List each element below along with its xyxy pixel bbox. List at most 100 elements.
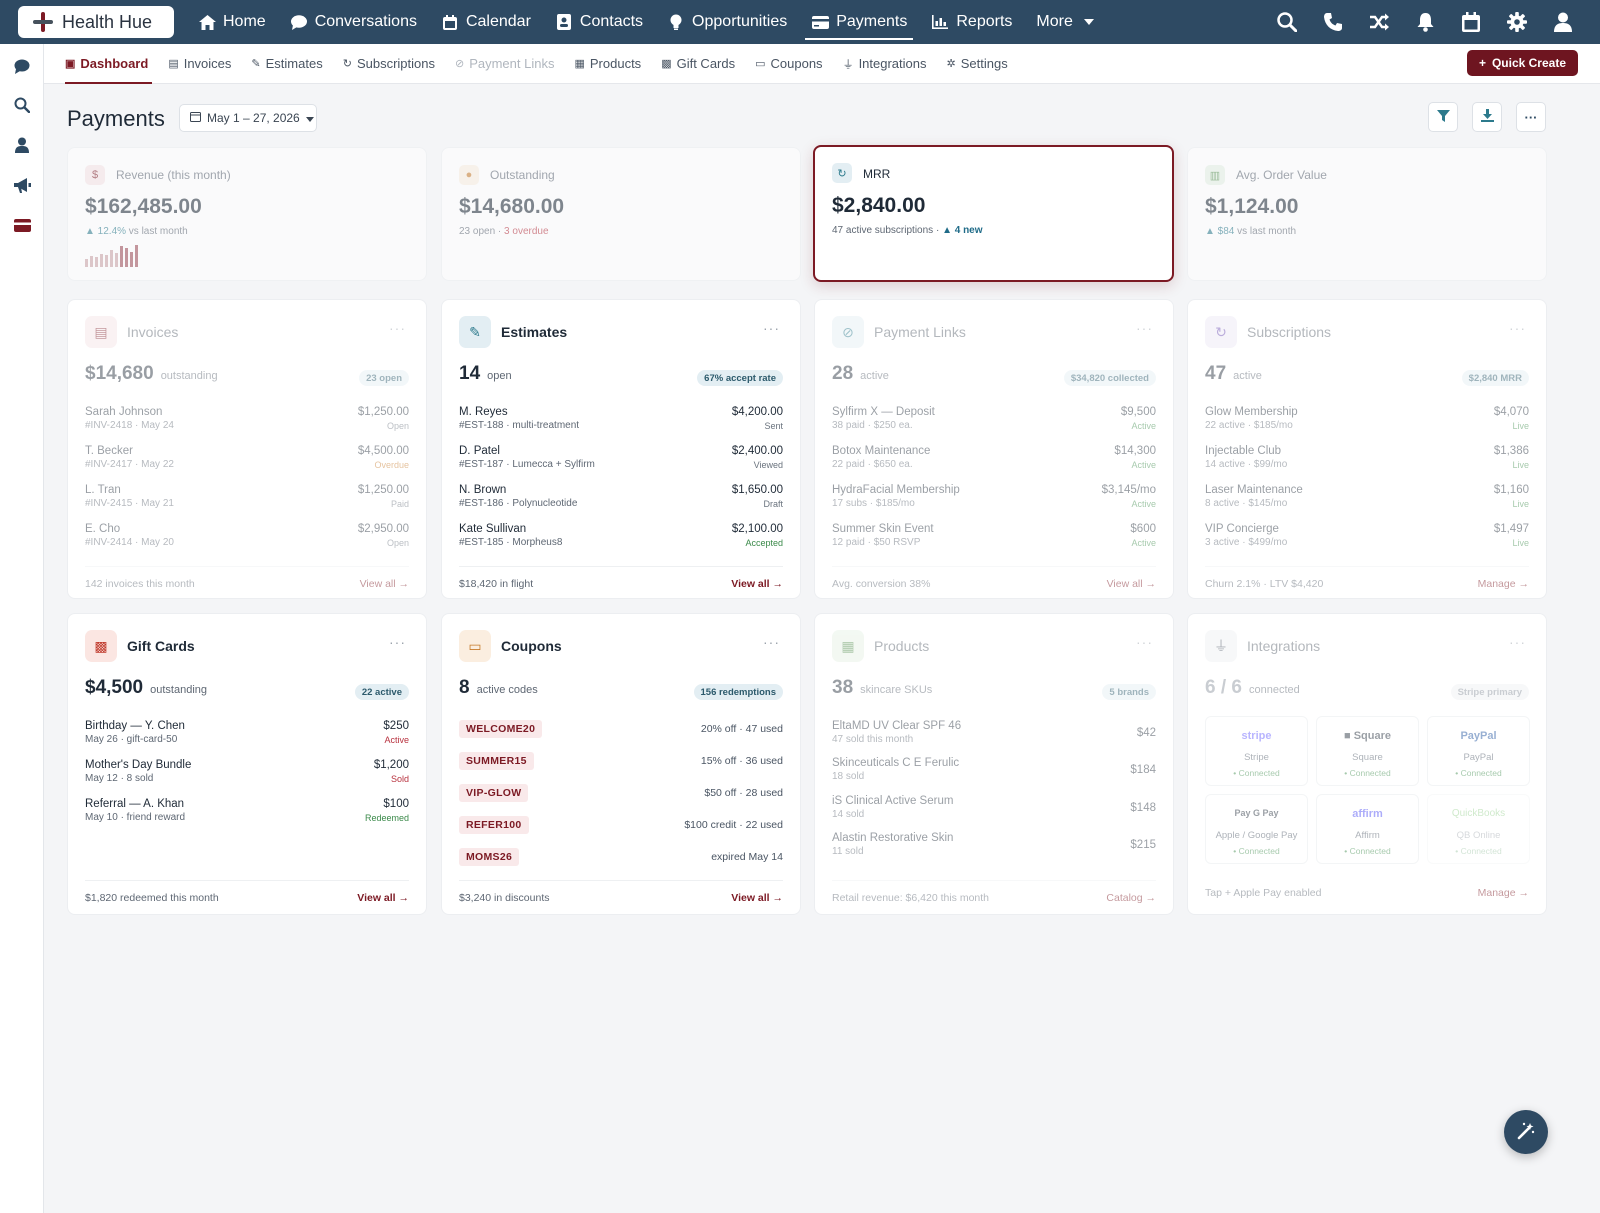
integration-tile-square[interactable]: ■ Square Square • Connected — [1316, 716, 1419, 786]
card-menu-icon[interactable]: ··· — [389, 634, 406, 650]
view-all-link[interactable]: View all → — [357, 892, 409, 904]
nav-reports[interactable]: Reports — [919, 0, 1024, 44]
user-icon[interactable] — [1540, 0, 1586, 44]
filter-button[interactable] — [1428, 102, 1458, 132]
card-menu-icon[interactable]: ··· — [1136, 634, 1153, 650]
manage-link[interactable]: Manage → — [1478, 578, 1529, 590]
receipt-icon: ▥ — [1205, 165, 1225, 185]
payment-link-row[interactable]: Botox Maintenance 22 paid · $650 ea. $14,3… — [832, 445, 1156, 477]
payment-link-row[interactable]: Sylfirm X — Deposit 38 paid · $250 ea. $9,… — [832, 406, 1156, 438]
credit-card-rail-icon[interactable] — [12, 215, 32, 235]
bell-icon[interactable] — [1402, 0, 1448, 44]
invoice-row[interactable]: Sarah Johnson #INV-2418 · May 24 $1,250.00… — [85, 406, 409, 438]
brand-logo[interactable]: Health Hue — [18, 6, 174, 38]
view-all-link[interactable]: View all → — [731, 892, 783, 904]
calendar-action-icon[interactable] — [1448, 0, 1494, 44]
kpi-aov[interactable]: ▥ Avg. Order Value $1,124.00 ▲ $84 vs la… — [1187, 147, 1547, 281]
nav-payments[interactable]: Payments — [799, 0, 919, 44]
gift-card-row[interactable]: Mother's Day Bundle May 12 · 8 sold $1,200… — [85, 759, 409, 791]
nav-conversations[interactable]: Conversations — [278, 0, 429, 44]
date-range-picker[interactable]: May 1 – 27, 2026 — [179, 104, 317, 132]
coupon-row[interactable]: VIP-GLOW $50 off · 28 used — [459, 784, 783, 806]
view-all-link[interactable]: View all → — [1107, 578, 1156, 590]
card-menu-icon[interactable]: ··· — [763, 320, 780, 336]
row-meta: 3 active · $499/mo — [1205, 537, 1288, 548]
refresh-icon: ↻ — [832, 163, 852, 183]
tab-integrations[interactable]: ⏚ Integrations — [833, 44, 937, 84]
kpi-revenue[interactable]: $ Revenue (this month) $162,485.00 ▲ 12.… — [67, 147, 427, 281]
nav-contacts[interactable]: Contacts — [543, 0, 655, 44]
download-button[interactable] — [1472, 102, 1502, 132]
payment-link-row[interactable]: HydraFacial Membership 17 subs · $185/mo $… — [832, 484, 1156, 516]
summary-value: $4,500 — [85, 677, 144, 698]
nav-opportunities-label: Opportunities — [692, 13, 788, 30]
catalog-link[interactable]: Catalog → — [1106, 892, 1156, 904]
tab-dashboard[interactable]: ▣ Dashboard — [55, 44, 158, 84]
tab-settings[interactable]: ✲ Settings — [937, 44, 1018, 84]
tab-invoices[interactable]: ▤ Invoices — [158, 44, 241, 84]
card-menu-icon[interactable]: ··· — [1136, 320, 1153, 336]
tab-subscriptions[interactable]: ↻ Subscriptions — [333, 44, 445, 84]
quick-create-button[interactable]: + Quick Create — [1466, 50, 1578, 76]
search-icon[interactable] — [1264, 0, 1310, 44]
quickbooks-logo: QuickBooks — [1451, 808, 1506, 819]
view-all-link[interactable]: View all → — [360, 578, 409, 590]
payment-link-row[interactable]: Summer Skin Event 12 paid · $50 RSVP $600 A… — [832, 523, 1156, 555]
chat-rail-icon[interactable] — [12, 56, 32, 76]
estimate-row[interactable]: Kate Sullivan #EST-185 · Morpheus8 $2,100.… — [459, 523, 783, 555]
phone-icon[interactable] — [1310, 0, 1356, 44]
product-row[interactable]: Skinceuticals C E Ferulic 18 sold $184 — [832, 757, 1156, 789]
coupon-row[interactable]: SUMMER15 15% off · 36 used — [459, 752, 783, 774]
estimate-row[interactable]: D. Patel #EST-187 · Lumecca + Sylfirm $2,4… — [459, 445, 783, 477]
user-rail-icon[interactable] — [12, 135, 32, 155]
tab-coupons[interactable]: ▭ Coupons — [745, 44, 832, 84]
card-menu-icon[interactable]: ··· — [389, 320, 406, 336]
estimate-row[interactable]: M. Reyes #EST-188 · multi-treatment $4,200… — [459, 406, 783, 438]
tab-products[interactable]: ▦ Products — [564, 44, 651, 84]
coupon-row[interactable]: MOMS26 expired May 14 — [459, 848, 783, 870]
tab-payment-links[interactable]: ⊘ Payment Links — [445, 44, 564, 84]
gift-card-row[interactable]: Referral — A. Khan May 10 · friend reward… — [85, 798, 409, 830]
card-menu-icon[interactable]: ··· — [1509, 634, 1526, 650]
gear-icon[interactable] — [1494, 0, 1540, 44]
invoice-row[interactable]: T. Becker #INV-2417 · May 22 $4,500.00 Over… — [85, 445, 409, 477]
main-nav: Home Conversations Calendar Contacts Opp… — [186, 0, 1110, 44]
kpi-outstanding[interactable]: ● Outstanding $14,680.00 23 open · 3 ove… — [441, 147, 801, 281]
nav-calendar[interactable]: Calendar — [429, 0, 543, 44]
tab-gift-cards[interactable]: ▩ Gift Cards — [651, 44, 745, 84]
product-row[interactable]: Alastin Restorative Skin 11 sold $215 — [832, 832, 1156, 864]
integration-tile-stripe[interactable]: stripe Stripe • Connected — [1205, 716, 1308, 786]
more-options-button[interactable]: ··· — [1516, 102, 1546, 132]
coupon-row[interactable]: REFER100 $100 credit · 22 used — [459, 816, 783, 838]
invoice-row[interactable]: L. Tran #INV-2415 · May 21 $1,250.00 Paid — [85, 484, 409, 516]
view-all-link[interactable]: View all → — [731, 578, 783, 590]
search-rail-icon[interactable] — [12, 95, 32, 115]
nav-more[interactable]: More — [1024, 0, 1109, 44]
nav-home[interactable]: Home — [186, 0, 278, 44]
shuffle-icon[interactable] — [1356, 0, 1402, 44]
manage-link[interactable]: Manage → — [1478, 887, 1529, 899]
subscription-row[interactable]: Glow Membership 22 active · $185/mo $4,070… — [1205, 406, 1529, 438]
product-row[interactable]: EltaMD UV Clear SPF 46 47 sold this month… — [832, 720, 1156, 752]
estimate-row[interactable]: N. Brown #EST-186 · Polynucleotide $1,650.… — [459, 484, 783, 516]
product-row[interactable]: iS Clinical Active Serum 14 sold $148 — [832, 795, 1156, 827]
card-menu-icon[interactable]: ··· — [1509, 320, 1526, 336]
coupon-row[interactable]: WELCOME20 20% off · 47 used — [459, 720, 783, 742]
magic-wand-button[interactable] — [1504, 1110, 1548, 1154]
integration-tile-affirm[interactable]: affirm Affirm • Connected — [1316, 794, 1419, 864]
invoice-row[interactable]: E. Cho #INV-2414 · May 20 $2,950.00 Open — [85, 523, 409, 555]
subscription-row[interactable]: Injectable Club 14 active · $99/mo $1,386 L… — [1205, 445, 1529, 477]
kpi-mrr[interactable]: ↻ MRR $2,840.00 47 active subscriptions … — [813, 145, 1174, 282]
subscription-row[interactable]: Laser Maintenance 8 active · $145/mo $1,16… — [1205, 484, 1529, 516]
megaphone-rail-icon[interactable] — [12, 175, 32, 195]
integration-tile-paypal[interactable]: PayPal PayPal • Connected — [1427, 716, 1530, 786]
tab-estimates[interactable]: ✎ Estimates — [241, 44, 332, 84]
row-name: Sylfirm X — Deposit — [832, 406, 935, 418]
subscription-row[interactable]: VIP Concierge 3 active · $499/mo $1,497 Liv… — [1205, 523, 1529, 555]
row-status: Viewed — [753, 460, 783, 470]
gift-card-row[interactable]: Birthday — Y. Chen May 26 · gift-card-50 $… — [85, 720, 409, 752]
integration-tile-quickbooks[interactable]: QuickBooks QB Online • Connected — [1427, 794, 1530, 864]
nav-opportunities[interactable]: Opportunities — [655, 0, 799, 44]
integration-tile-wallets[interactable]: Pay G Pay Apple / Google Pay • Connected — [1205, 794, 1308, 864]
card-menu-icon[interactable]: ··· — [763, 634, 780, 650]
